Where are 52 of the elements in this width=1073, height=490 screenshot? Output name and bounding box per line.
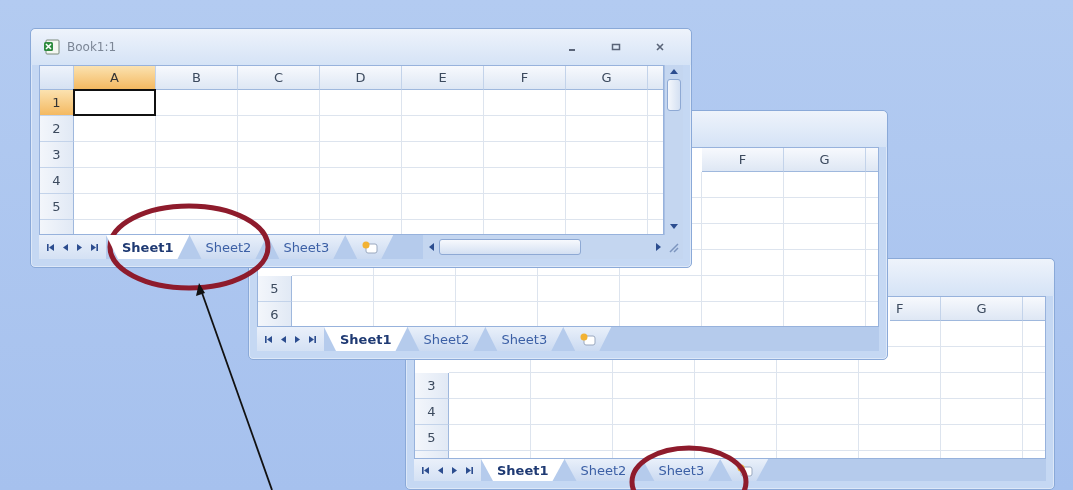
previous-sheet-icon[interactable]: [436, 465, 445, 475]
last-sheet-icon[interactable]: [307, 334, 316, 344]
last-sheet-icon[interactable]: [464, 465, 473, 475]
scroll-thumb[interactable]: [439, 239, 581, 255]
insert-sheet-icon[interactable]: [736, 463, 755, 477]
next-sheet-icon[interactable]: [450, 465, 459, 475]
column-header[interactable]: D: [320, 66, 402, 90]
restore-icon[interactable]: [611, 42, 621, 52]
down-arrow-icon[interactable]: [669, 223, 679, 231]
scroll-thumb[interactable]: [667, 79, 681, 111]
first-sheet-icon[interactable]: [47, 242, 56, 252]
row-header[interactable]: 5: [415, 425, 449, 451]
sheet-tab[interactable]: Sheet2: [564, 459, 643, 481]
row-header[interactable]: 5: [40, 194, 74, 220]
right-arrow-icon[interactable]: [655, 242, 663, 252]
column-header[interactable]: F: [702, 148, 784, 172]
row-header[interactable]: 6: [258, 302, 292, 326]
row-header[interactable]: 1: [40, 90, 74, 116]
column-header[interactable]: F: [890, 297, 941, 321]
sheet-tab[interactable]: Sheet2: [407, 327, 486, 351]
close-icon[interactable]: [655, 42, 665, 52]
spreadsheet-app-icon: [43, 38, 61, 56]
sheet-tab[interactable]: Sheet1: [106, 235, 190, 259]
row-header[interactable]: 3: [415, 373, 449, 399]
previous-sheet-icon[interactable]: [61, 242, 70, 252]
row-header[interactable]: 4: [40, 168, 74, 194]
column-header[interactable]: F: [484, 66, 566, 90]
column-header[interactable]: G: [784, 148, 866, 172]
column-header[interactable]: B: [156, 66, 238, 90]
row-header[interactable]: 3: [40, 142, 74, 168]
row-header[interactable]: 2: [40, 116, 74, 142]
window-title: Book1:1: [67, 40, 118, 54]
sheet-tab[interactable]: Sheet1: [324, 327, 408, 351]
next-sheet-icon[interactable]: [75, 242, 84, 252]
up-arrow-icon[interactable]: [669, 67, 679, 75]
previous-sheet-icon[interactable]: [279, 334, 288, 344]
column-header[interactable]: A: [74, 66, 156, 90]
row-header[interactable]: 5: [258, 276, 292, 302]
column-header[interactable]: C: [238, 66, 320, 90]
column-header[interactable]: G: [566, 66, 648, 90]
column-header[interactable]: G: [941, 297, 1023, 321]
column-header[interactable]: E: [402, 66, 484, 90]
sheet-tab[interactable]: Sheet1: [481, 459, 565, 481]
resize-grip-icon[interactable]: [667, 241, 679, 253]
first-sheet-icon[interactable]: [265, 334, 274, 344]
next-sheet-icon[interactable]: [293, 334, 302, 344]
left-arrow-icon[interactable]: [427, 242, 435, 252]
sheet-tab[interactable]: Sheet3: [485, 327, 564, 351]
first-sheet-icon[interactable]: [422, 465, 431, 475]
last-sheet-icon[interactable]: [89, 242, 98, 252]
row-header[interactable]: 4: [415, 399, 449, 425]
sheet-tab[interactable]: Sheet3: [267, 235, 346, 259]
